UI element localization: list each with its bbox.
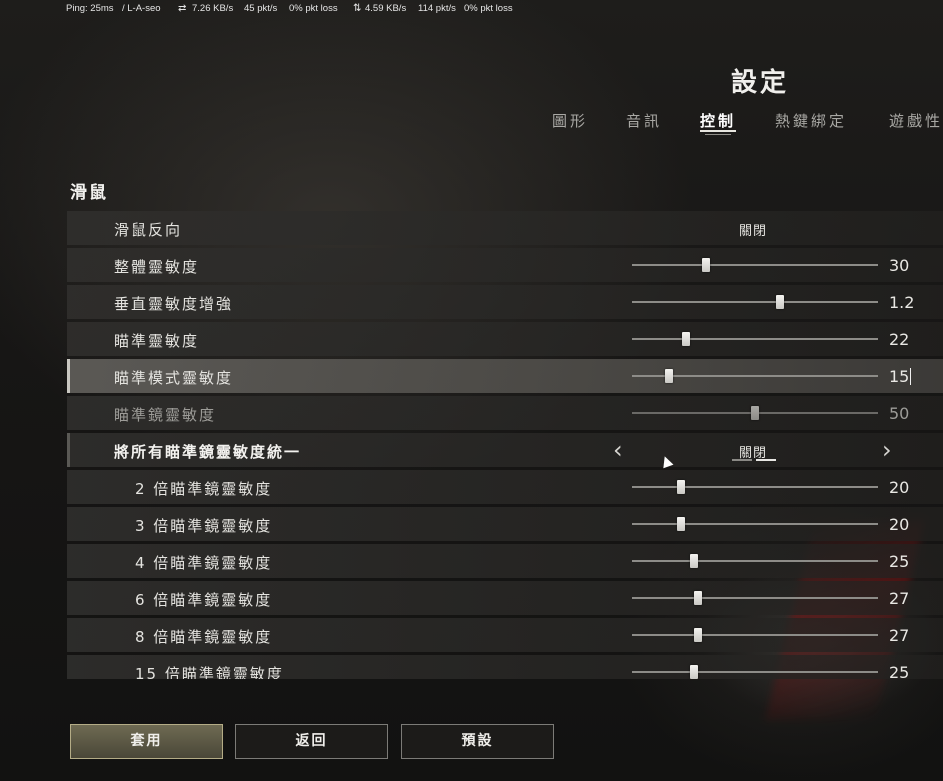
slider-value-text: 15 (889, 367, 910, 386)
tab-controls[interactable]: 控制 (700, 110, 736, 131)
slider-value[interactable]: 30 (889, 256, 909, 275)
setting-label: 將所有瞄準鏡靈敏度統一 (114, 443, 302, 461)
setting-label: 15 倍瞄準鏡靈敏度 (135, 665, 284, 679)
slider-track[interactable] (632, 301, 878, 303)
ping-text: Ping: 25ms (66, 3, 114, 14)
slider-thumb[interactable] (775, 295, 784, 309)
setting-row-2x-scope[interactable]: 2 倍瞄準鏡靈敏度 20 (67, 470, 943, 504)
slider-track[interactable] (632, 634, 878, 636)
setting-row-unify-scopes[interactable]: 將所有瞄準鏡靈敏度統一 ‹ 關閉 › (67, 433, 943, 467)
setting-row-aim-sensitivity[interactable]: 瞄準靈敏度 22 (67, 322, 943, 356)
slider-thumb[interactable] (664, 369, 673, 383)
network-stats-bar: Ping: 25ms / L-A-seo ⇄ 7.26 KB/s 45 pkt/… (0, 0, 943, 16)
setting-row-15x-scope[interactable]: 15 倍瞄準鏡靈敏度 25 (67, 655, 943, 679)
settings-tabs: 圖形 音訊 控制 熱鍵綁定 遊戲性 (0, 110, 943, 140)
slider-thumb[interactable] (677, 480, 686, 494)
setting-label: 6 倍瞄準鏡靈敏度 (135, 591, 273, 609)
apply-button[interactable]: 套用 (70, 724, 223, 759)
slider-thumb[interactable] (694, 591, 703, 605)
slider-track[interactable] (632, 523, 878, 525)
slider-value[interactable]: 20 (889, 515, 909, 534)
setting-label: 瞄準靈敏度 (114, 332, 200, 350)
setting-label: 瞄準模式靈敏度 (114, 369, 234, 387)
indicator-dot (732, 459, 752, 461)
upload-packets: 114 pkt/s (418, 3, 456, 14)
slider-thumb[interactable] (677, 517, 686, 531)
setting-label: 3 倍瞄準鏡靈敏度 (135, 517, 273, 535)
tab-gameplay[interactable]: 遊戲性 (889, 110, 943, 131)
mouse-settings-list[interactable]: 滑鼠反向 關閉 整體靈敏度 30 垂直靈敏度增強 1.2 瞄準靈敏度 22 瞄準… (67, 211, 943, 679)
active-tab-indicator-sub (705, 134, 731, 135)
slider-thumb[interactable] (689, 554, 698, 568)
chevron-left-icon[interactable]: ‹ (613, 436, 623, 464)
slider-value[interactable]: 27 (889, 626, 909, 645)
tab-audio[interactable]: 音訊 (626, 110, 662, 131)
server-text: / L-A-seo (122, 3, 161, 14)
slider-value[interactable]: 25 (889, 663, 909, 679)
setting-row-vertical-multiplier[interactable]: 垂直靈敏度增強 1.2 (67, 285, 943, 319)
slider-thumb[interactable] (682, 332, 691, 346)
upload-rate: 4.59 KB/s (365, 3, 407, 14)
setting-row-scope-sensitivity[interactable]: 瞄準鏡靈敏度 50 (67, 396, 943, 430)
slider-value[interactable]: 20 (889, 478, 909, 497)
download-arrows-icon: ⇄ (178, 3, 187, 14)
back-button[interactable]: 返回 (235, 724, 388, 759)
slider-value[interactable]: 25 (889, 552, 909, 571)
setting-row-4x-scope[interactable]: 4 倍瞄準鏡靈敏度 25 (67, 544, 943, 578)
slider-track[interactable] (632, 486, 878, 488)
slider-track[interactable] (632, 338, 878, 340)
setting-row-ads-sensitivity[interactable]: 瞄準模式靈敏度 15 (67, 359, 943, 393)
download-packets: 45 pkt/s (244, 3, 278, 14)
slider-track[interactable] (632, 560, 878, 562)
slider-thumb[interactable] (701, 258, 710, 272)
setting-label: 滑鼠反向 (114, 221, 183, 239)
toggle-value[interactable]: 關閉 (739, 220, 767, 239)
active-tab-indicator (700, 130, 736, 132)
setting-label: 整體靈敏度 (114, 258, 200, 276)
download-rate: 7.26 KB/s (192, 3, 234, 14)
slider-thumb[interactable] (689, 665, 698, 679)
setting-label: 瞄準鏡靈敏度 (114, 406, 217, 424)
slider-value[interactable]: 50 (889, 404, 909, 423)
slider-value-input[interactable]: 15 (889, 367, 912, 386)
page-title: 設定 (730, 68, 789, 98)
tab-keybindings[interactable]: 熱鍵綁定 (775, 110, 847, 131)
selector-page-indicator (732, 459, 780, 461)
setting-row-6x-scope[interactable]: 6 倍瞄準鏡靈敏度 27 (67, 581, 943, 615)
default-button[interactable]: 預設 (401, 724, 554, 759)
setting-label: 4 倍瞄準鏡靈敏度 (135, 554, 273, 572)
download-loss: 0% pkt loss (289, 3, 338, 14)
setting-row-general-sensitivity[interactable]: 整體靈敏度 30 (67, 248, 943, 282)
upload-arrows-icon: ⇅ (353, 3, 362, 14)
indicator-dot-active (756, 459, 776, 461)
setting-label: 8 倍瞄準鏡靈敏度 (135, 628, 273, 646)
slider-track[interactable] (632, 671, 878, 673)
chevron-right-icon[interactable]: › (882, 436, 892, 464)
slider-value[interactable]: 1.2 (889, 293, 914, 312)
tab-graphics[interactable]: 圖形 (552, 110, 588, 131)
slider-track[interactable] (632, 264, 878, 266)
text-caret (910, 368, 912, 385)
setting-label: 2 倍瞄準鏡靈敏度 (135, 480, 273, 498)
section-title-mouse: 滑鼠 (70, 183, 108, 203)
upload-loss: 0% pkt loss (464, 3, 513, 14)
setting-row-invert-mouse[interactable]: 滑鼠反向 關閉 (67, 211, 943, 245)
slider-thumb[interactable] (751, 406, 759, 420)
setting-label: 垂直靈敏度增強 (114, 295, 234, 313)
slider-thumb[interactable] (694, 628, 703, 642)
setting-row-3x-scope[interactable]: 3 倍瞄準鏡靈敏度 20 (67, 507, 943, 541)
slider-value[interactable]: 27 (889, 589, 909, 608)
slider-track[interactable] (632, 597, 878, 599)
setting-row-8x-scope[interactable]: 8 倍瞄準鏡靈敏度 27 (67, 618, 943, 652)
slider-value[interactable]: 22 (889, 330, 909, 349)
